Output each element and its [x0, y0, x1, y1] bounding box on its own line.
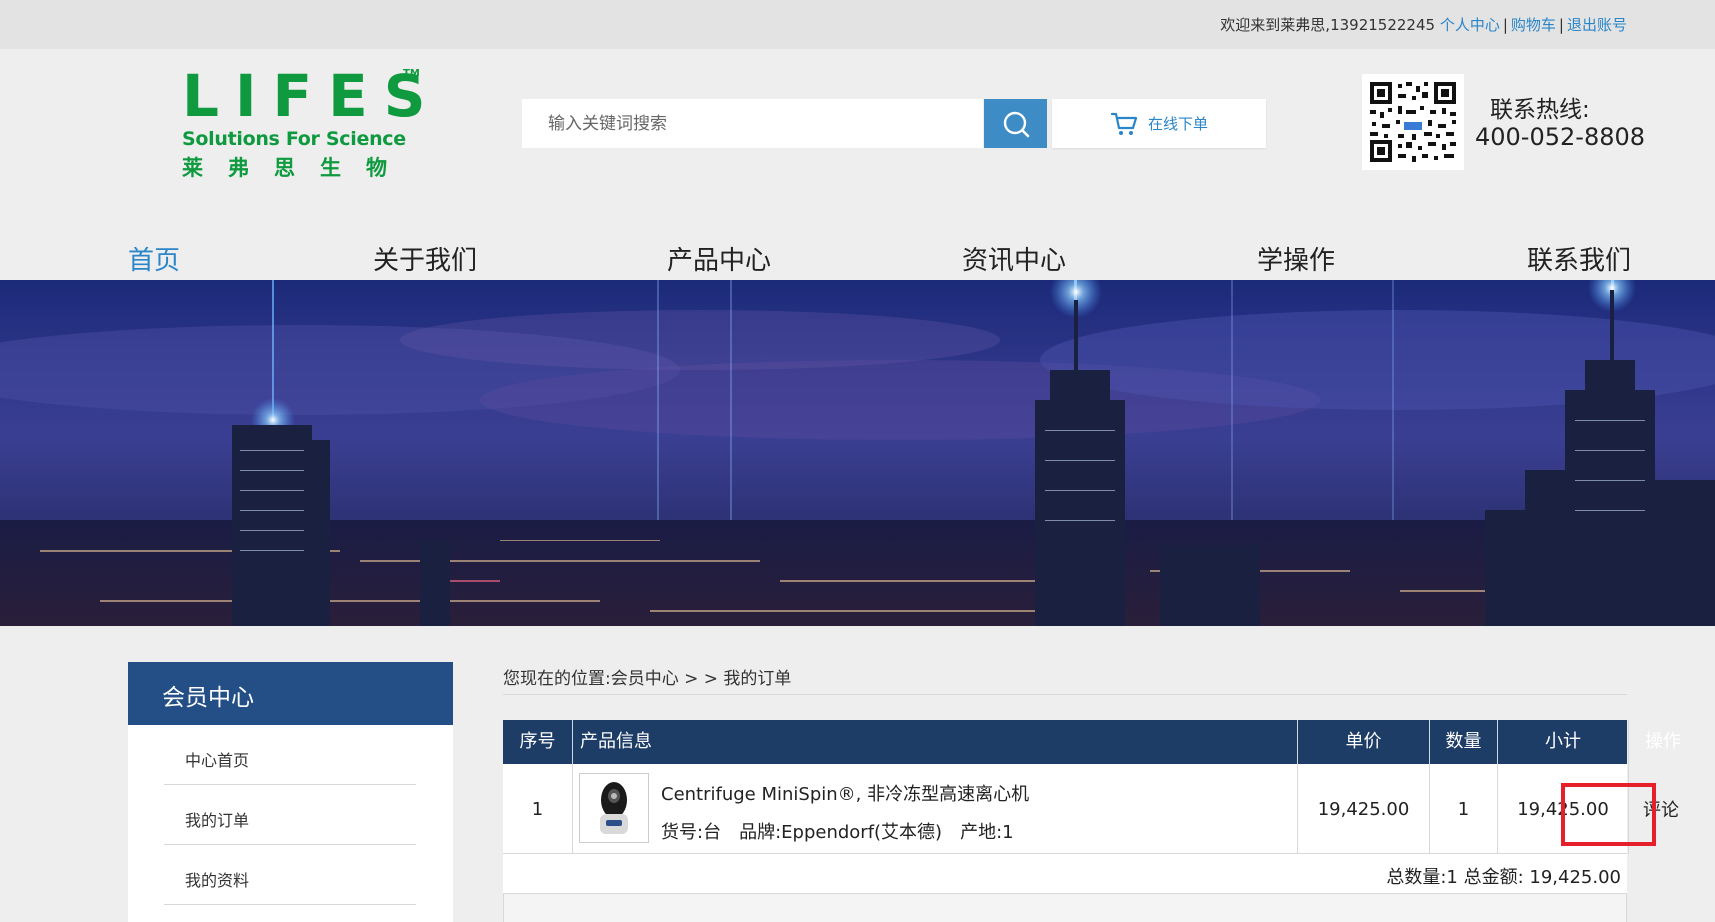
header-action: 操作 — [1645, 731, 1681, 752]
nav-item-learn[interactable]: 学操作 — [1257, 240, 1335, 277]
product-item-no: 货号:台 — [661, 822, 722, 843]
top-bar-links: 欢迎来到莱弗思,13921522245 个人中心 | 购物车 | 退出账号 — [1220, 14, 1627, 35]
cart-icon — [1110, 112, 1138, 135]
sidebar-item-my-profile[interactable]: 我的资料 — [164, 845, 416, 905]
logo-chinese: 莱弗思生物 — [182, 156, 412, 180]
breadcrumb: 您现在的位置:会员中心 > > 我的订单 — [503, 664, 791, 689]
search-button[interactable] — [984, 99, 1047, 148]
nav-item-products[interactable]: 产品中心 — [667, 240, 771, 277]
user-center-link[interactable]: 个人中心 — [1440, 16, 1500, 34]
online-order-label: 在线下单 — [1147, 115, 1208, 133]
welcome-text: 欢迎来到莱弗思,13921522245 — [1220, 16, 1436, 34]
product-origin: 产地:1 — [960, 822, 1014, 843]
nav-item-home[interactable]: 首页 — [128, 240, 180, 277]
member-center-title: 会员中心 — [128, 662, 453, 725]
site-logo[interactable]: LIFES TM Solutions For Science 莱弗思生物 — [182, 62, 442, 186]
search-input[interactable] — [522, 99, 983, 148]
review-button[interactable]: 评论 — [1629, 764, 1697, 854]
product-brand: 品牌:Eppendorf(艾本德) — [739, 822, 943, 843]
logo-tagline: Solutions For Science — [182, 128, 406, 150]
nav-item-contact[interactable]: 联系我们 — [1527, 240, 1631, 277]
header-unit-price: 单价 — [1298, 720, 1430, 764]
hotline-number: 400-052-8808 — [1475, 123, 1646, 151]
header-subtotal: 小计 — [1498, 720, 1629, 764]
divider — [503, 694, 1627, 695]
sidebar-item-my-orders[interactable]: 我的订单 — [164, 785, 416, 845]
order-totals: 总数量:1 总金额: 19,425.00 — [503, 854, 1627, 894]
hero-banner — [0, 280, 1715, 626]
row-quantity: 1 — [1430, 764, 1498, 854]
hotline-label: 联系热线: — [1490, 97, 1590, 123]
header-quantity: 数量 — [1430, 720, 1498, 764]
row-subtotal: 19,425.00 — [1498, 764, 1629, 854]
logo-brand: LIFES — [182, 62, 442, 130]
separator: | — [1502, 16, 1508, 34]
search-icon — [1003, 111, 1029, 137]
main-nav: 首页 关于我们 产品中心 资讯中心 学操作 联系我们 — [0, 236, 1715, 280]
breadcrumb-prefix: 您现在的位置: — [503, 669, 611, 689]
header-product-info: 产品信息 — [573, 720, 1298, 764]
table-header: 序号 产品信息 单价 数量 小计 操作 — [503, 720, 1681, 764]
sidebar-item-center-home[interactable]: 中心首页 — [164, 725, 416, 785]
logout-link[interactable]: 退出账号 — [1567, 16, 1627, 34]
table-row: 1 Centrifuge MiniSpin®, 非冷冻型高速离心机 货号:台 品牌… — [503, 764, 1679, 854]
qr-code — [1362, 74, 1464, 170]
nav-item-about[interactable]: 关于我们 — [373, 240, 477, 277]
product-thumbnail[interactable] — [579, 773, 649, 843]
separator: | — [1558, 16, 1564, 34]
table-footer-area — [503, 894, 1627, 922]
header-index: 序号 — [503, 720, 573, 764]
row-unit-price: 19,425.00 — [1298, 764, 1430, 854]
top-bar: 欢迎来到莱弗思,13921522245 个人中心 | 购物车 | 退出账号 — [0, 0, 1715, 49]
online-order-button[interactable]: 在线下单 — [1052, 99, 1266, 148]
logo-trademark: TM — [403, 68, 420, 79]
nav-item-news[interactable]: 资讯中心 — [962, 240, 1066, 277]
product-meta: 货号:台 品牌:Eppendorf(艾本德) 产地:1 — [661, 818, 1032, 844]
product-name[interactable]: Centrifuge MiniSpin®, 非冷冻型高速离心机 — [661, 780, 1029, 806]
breadcrumb-path[interactable]: 会员中心 > > 我的订单 — [611, 669, 792, 689]
row-index: 1 — [503, 764, 573, 854]
cart-link[interactable]: 购物车 — [1511, 16, 1556, 34]
